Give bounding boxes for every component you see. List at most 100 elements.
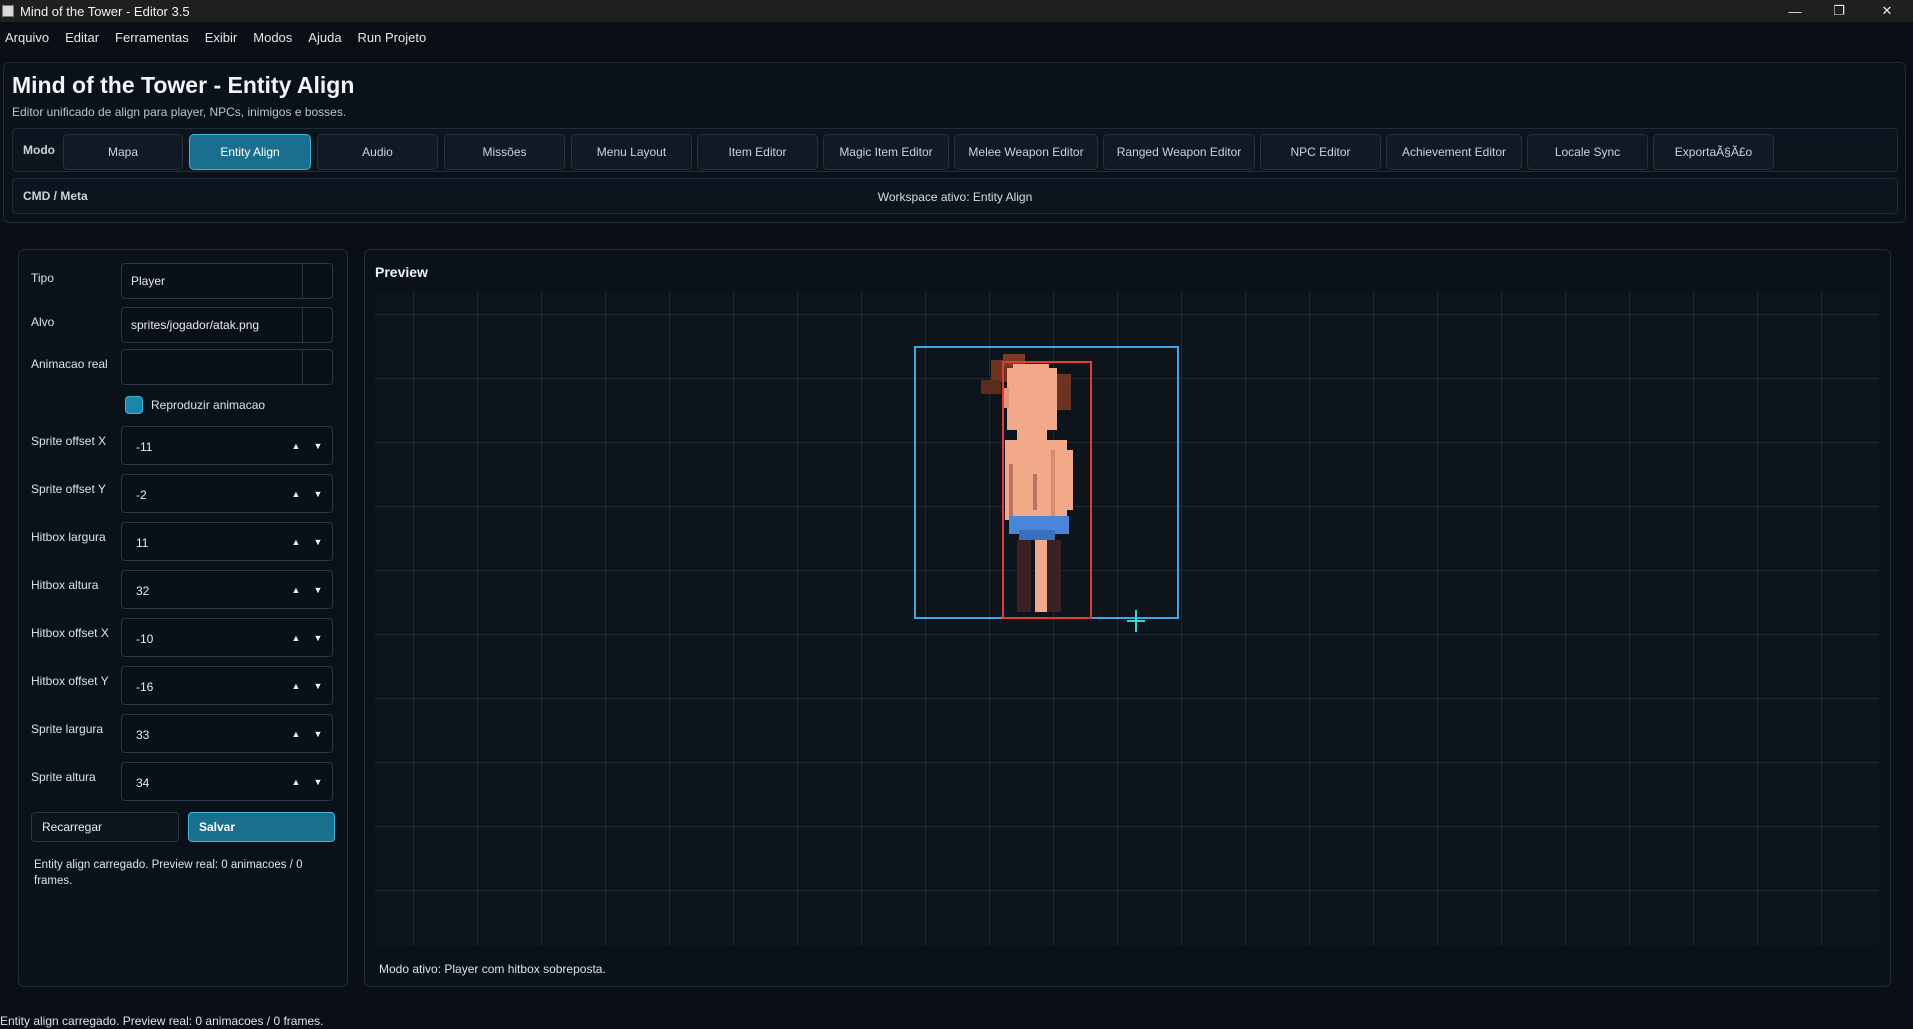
- decrement-icon[interactable]: ▼: [310, 535, 326, 549]
- app-icon: [2, 5, 14, 17]
- alvo-value: sprites/jogador/atak.png: [131, 318, 260, 332]
- animacao-dropdown-button[interactable]: [302, 350, 332, 384]
- decrement-icon[interactable]: ▼: [310, 631, 326, 645]
- tab-entity-align[interactable]: Entity Align: [189, 134, 311, 170]
- restore-icon[interactable]: ❐: [1817, 0, 1861, 22]
- minimize-icon[interactable]: —: [1773, 0, 1817, 22]
- sprite-altura-spinner[interactable]: 34 ▲ ▼: [121, 762, 333, 801]
- hitbox-offset-x-spinner[interactable]: -10 ▲ ▼: [121, 618, 333, 657]
- tab-locale-sync[interactable]: Locale Sync: [1527, 134, 1648, 170]
- animacao-label: Animacao real: [31, 357, 108, 371]
- tab-audio[interactable]: Audio: [317, 134, 438, 170]
- hitbox-offset-y-label: Hitbox offset Y: [31, 674, 109, 688]
- sprite-offset-x-spinner[interactable]: -11 ▲ ▼: [121, 426, 333, 465]
- decrement-icon[interactable]: ▼: [310, 487, 326, 501]
- increment-icon[interactable]: ▲: [288, 775, 304, 789]
- page-title: Mind of the Tower - Entity Align: [12, 72, 355, 98]
- increment-icon[interactable]: ▲: [288, 631, 304, 645]
- alvo-select[interactable]: sprites/jogador/atak.png: [121, 307, 333, 343]
- increment-icon[interactable]: ▲: [288, 439, 304, 453]
- sprite-largura-label: Sprite largura: [31, 722, 104, 736]
- hitbox-offset-y-spinner[interactable]: -16 ▲ ▼: [121, 666, 333, 705]
- hitbox-altura-spinner[interactable]: 32 ▲ ▼: [121, 570, 333, 609]
- window-title: Mind of the Tower - Editor 3.5: [20, 3, 190, 19]
- sprite-offset-y-value[interactable]: -2: [136, 488, 147, 502]
- tab-menu-layout[interactable]: Menu Layout: [571, 134, 692, 170]
- alvo-dropdown-button[interactable]: [302, 308, 332, 342]
- header-panel: Mind of the Tower - Entity Align Editor …: [3, 62, 1906, 223]
- close-icon[interactable]: ✕: [1861, 0, 1913, 22]
- increment-icon[interactable]: ▲: [288, 535, 304, 549]
- menu-exibir[interactable]: Exibir: [205, 30, 238, 45]
- preview-panel: Preview Modo ativo: Player com hitbox so…: [364, 249, 1891, 987]
- window-controls: — ❐ ✕: [1773, 0, 1913, 22]
- save-button[interactable]: Salvar: [188, 812, 335, 842]
- sprite-largura-spinner[interactable]: 33 ▲ ▼: [121, 714, 333, 753]
- mode-tab-bar: Modo Mapa Entity Align Audio Missões Men…: [12, 128, 1898, 172]
- increment-icon[interactable]: ▲: [288, 487, 304, 501]
- sprite-offset-y-label: Sprite offset Y: [31, 482, 106, 496]
- menu-ajuda[interactable]: Ajuda: [308, 30, 341, 45]
- sprite-offset-x-value[interactable]: -11: [136, 440, 152, 454]
- tab-exportacao[interactable]: ExportaÃ§Ã£o: [1653, 134, 1774, 170]
- hitbox-largura-spinner[interactable]: 11 ▲ ▼: [121, 522, 333, 561]
- sprite-offset-y-spinner[interactable]: -2 ▲ ▼: [121, 474, 333, 513]
- hitbox-altura-value[interactable]: 32: [136, 584, 149, 598]
- sprite-largura-value[interactable]: 33: [136, 728, 149, 742]
- page-subtitle: Editor unificado de align para player, N…: [12, 105, 347, 119]
- hitbox-rect: [1002, 361, 1092, 619]
- decrement-icon[interactable]: ▼: [310, 727, 326, 741]
- sprite-altura-label: Sprite altura: [31, 770, 96, 784]
- alvo-label: Alvo: [31, 315, 55, 329]
- menu-run-projeto[interactable]: Run Projeto: [358, 30, 427, 45]
- increment-icon[interactable]: ▲: [288, 727, 304, 741]
- menu-modos[interactable]: Modos: [253, 30, 292, 45]
- workspace-label: Workspace ativo: Entity Align: [877, 190, 1033, 204]
- sprite-offset-x-label: Sprite offset X: [31, 434, 107, 448]
- decrement-icon[interactable]: ▼: [310, 439, 326, 453]
- form-status-text: Entity align carregado. Preview real: 0 …: [34, 859, 303, 887]
- hitbox-altura-label: Hitbox altura: [31, 578, 99, 592]
- increment-icon[interactable]: ▲: [288, 583, 304, 597]
- preview-status-text: Modo ativo: Player com hitbox sobreposta…: [379, 962, 606, 976]
- hitbox-offset-y-value[interactable]: -16: [136, 680, 153, 694]
- reproduzir-checkbox[interactable]: [125, 396, 143, 414]
- preview-title: Preview: [375, 264, 428, 280]
- tipo-value: Player: [131, 274, 166, 288]
- decrement-icon[interactable]: ▼: [310, 583, 326, 597]
- tipo-label: Tipo: [31, 271, 54, 285]
- reproduzir-label[interactable]: Reproduzir animacao: [151, 398, 265, 412]
- menu-editar[interactable]: Editar: [65, 30, 99, 45]
- decrement-icon[interactable]: ▼: [310, 775, 326, 789]
- tab-achievement-editor[interactable]: Achievement Editor: [1386, 134, 1522, 170]
- status-bar: Entity align carregado. Preview real: 0 …: [0, 1014, 324, 1028]
- anchor-crosshair-horizontal: [1127, 620, 1145, 622]
- reproduzir-row: Reproduzir animacao: [125, 396, 265, 414]
- menu-arquivo[interactable]: Arquivo: [5, 30, 49, 45]
- reload-button[interactable]: Recarregar: [31, 812, 179, 842]
- preview-canvas[interactable]: [375, 292, 1879, 946]
- tab-mapa[interactable]: Mapa: [63, 134, 183, 170]
- tab-magic-item-editor[interactable]: Magic Item Editor: [823, 134, 949, 170]
- tab-missoes[interactable]: Missões: [444, 134, 565, 170]
- menu-bar: Arquivo Editar Ferramentas Exibir Modos …: [0, 24, 1913, 50]
- sprite-altura-value[interactable]: 34: [136, 776, 149, 790]
- tipo-select[interactable]: Player: [121, 263, 333, 299]
- tab-melee-weapon-editor[interactable]: Melee Weapon Editor: [954, 134, 1098, 170]
- hitbox-offset-x-label: Hitbox offset X: [31, 626, 109, 640]
- mode-label: Modo: [23, 143, 55, 157]
- title-bar: Mind of the Tower - Editor 3.5 — ❐ ✕: [0, 0, 1913, 22]
- tipo-dropdown-button[interactable]: [302, 264, 332, 298]
- hitbox-largura-label: Hitbox largura: [31, 530, 106, 544]
- tab-ranged-weapon-editor[interactable]: Ranged Weapon Editor: [1103, 134, 1255, 170]
- hitbox-offset-x-value[interactable]: -10: [136, 632, 153, 646]
- cmd-meta-bar: CMD / Meta Workspace ativo: Entity Align: [12, 178, 1898, 214]
- increment-icon[interactable]: ▲: [288, 679, 304, 693]
- tab-npc-editor[interactable]: NPC Editor: [1260, 134, 1381, 170]
- decrement-icon[interactable]: ▼: [310, 679, 326, 693]
- menu-ferramentas[interactable]: Ferramentas: [115, 30, 189, 45]
- hitbox-largura-value[interactable]: 11: [136, 536, 148, 550]
- animacao-select[interactable]: [121, 349, 333, 385]
- tab-item-editor[interactable]: Item Editor: [697, 134, 818, 170]
- entity-form-panel: Tipo Player Alvo sprites/jogador/atak.pn…: [18, 249, 348, 987]
